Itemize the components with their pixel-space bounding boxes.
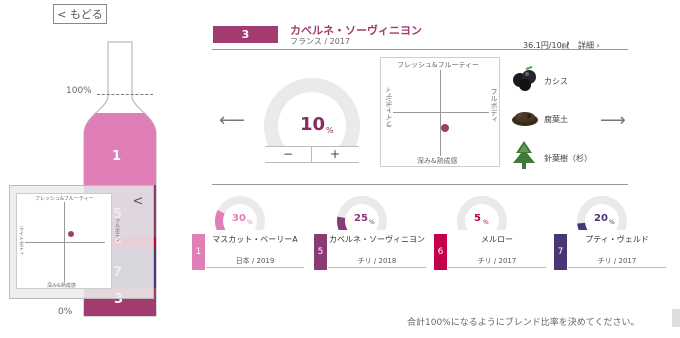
blend-card-underline	[328, 267, 426, 268]
blend-wine-origin: チリ / 2017	[477, 257, 517, 265]
mini-gauge-track	[457, 195, 507, 230]
selected-number-badge: 3	[213, 26, 278, 43]
blend-card[interactable]: 20% 7 プティ・ヴェルド チリ / 2017	[552, 188, 668, 274]
increase-button[interactable]: +	[312, 147, 358, 162]
mini-gauge	[577, 195, 627, 230]
selected-percent-unit: %	[326, 126, 334, 135]
next-wine-arrow[interactable]: ⟶	[600, 110, 626, 131]
blend-divider	[212, 184, 628, 185]
blend-wine-name: カベルネ・ソーヴィニヨン	[329, 235, 425, 244]
mini-map-left: ライトボディ	[18, 226, 24, 256]
taste-map-right: フルボディ	[490, 88, 498, 123]
selected-wine-origin: フランス / 2017	[290, 37, 350, 46]
cassis-icon	[510, 66, 540, 92]
blend-percent: 25	[354, 213, 368, 224]
taste-map-top: フレッシュ&フルーティー	[397, 61, 480, 69]
blend-card[interactable]: 30% 1 マスカット・ベーリーA 日本 / 2019	[190, 188, 306, 274]
blend-number-badge: 7	[554, 234, 567, 270]
blend-percent: 20	[594, 213, 608, 224]
header-divider	[212, 49, 628, 50]
mini-map-right: フルボディ	[114, 218, 120, 243]
blend-card[interactable]: 25% 5 カベルネ・ソーヴィニヨン チリ / 2018	[312, 188, 428, 274]
blend-percent-unit: %	[609, 219, 615, 226]
mini-map-top: フレッシュ&フルーティー	[35, 196, 94, 202]
blend-wine-origin: チリ / 2018	[357, 257, 397, 265]
label-0: 0%	[58, 307, 73, 317]
blend-percent: 30	[232, 213, 246, 224]
conifer-icon	[508, 139, 540, 171]
blend-card-underline	[568, 267, 666, 268]
blend-percent: 5	[474, 213, 481, 224]
selected-percent-gauge	[264, 78, 360, 146]
taste-map-dot	[441, 124, 449, 132]
blend-percent-unit: %	[483, 219, 489, 226]
full-line	[97, 94, 153, 95]
blend-number-badge: 6	[434, 234, 447, 270]
mini-gauge	[457, 195, 507, 230]
footer-note: 合計100%になるようにブレンド比率を決めてください。	[407, 318, 640, 328]
mini-map-collapse-button[interactable]: <	[127, 189, 149, 215]
flavor-label-2: 腐葉土	[544, 115, 568, 124]
gauge-track	[264, 78, 360, 146]
taste-map-bottom: 深み&熟成感	[417, 157, 458, 165]
mini-map-dot	[68, 231, 74, 237]
blend-card-underline	[206, 267, 304, 268]
blend-card-underline	[448, 267, 546, 268]
blend-card[interactable]: 5% 6 メルローチリ / 2017	[432, 188, 548, 274]
blend-wine-name: プティ・ヴェルド	[585, 235, 649, 244]
percent-stepper: − +	[265, 146, 359, 163]
flavor-label-1: カシス	[544, 77, 568, 86]
selected-percent-value: 10	[300, 114, 326, 135]
blend-wine-origin: チリ / 2017	[597, 257, 637, 265]
mini-gauge	[215, 195, 265, 230]
blend-wine-origin: 日本 / 2019	[235, 257, 275, 265]
mini-map-panel: フレッシュ&フルーティー 深み&熟成感 ライトボディ フルボディ <	[9, 185, 154, 299]
blend-wine-name: マスカット・ベーリーA	[212, 235, 298, 244]
decrease-button[interactable]: −	[265, 147, 312, 162]
label-100: 100%	[66, 86, 92, 96]
taste-map: フレッシュ&フルーティー 深み&熟成感 ライトボディ フルボディ	[380, 57, 500, 167]
back-button[interactable]: < もどる	[53, 4, 107, 24]
mini-map-bottom: 深み&熟成感	[47, 283, 76, 289]
blend-number-badge: 1	[192, 234, 205, 270]
blend-percent-unit: %	[369, 219, 375, 226]
blend-percent-unit: %	[247, 219, 253, 226]
blend-wine-name: メルロー	[481, 235, 513, 244]
segment-label-1: 1	[112, 149, 122, 164]
flavor-label-3: 針葉樹（杉）	[544, 154, 592, 163]
prev-wine-arrow[interactable]: ⟵	[219, 110, 245, 131]
mini-gauge	[337, 195, 387, 230]
mini-taste-map: フレッシュ&フルーティー 深み&熟成感 ライトボディ	[16, 193, 112, 289]
blend-number-badge: 5	[314, 234, 327, 270]
scroll-indicator[interactable]	[672, 309, 680, 327]
taste-map-left: ライトボディ	[385, 86, 393, 128]
soil-icon	[510, 103, 540, 129]
